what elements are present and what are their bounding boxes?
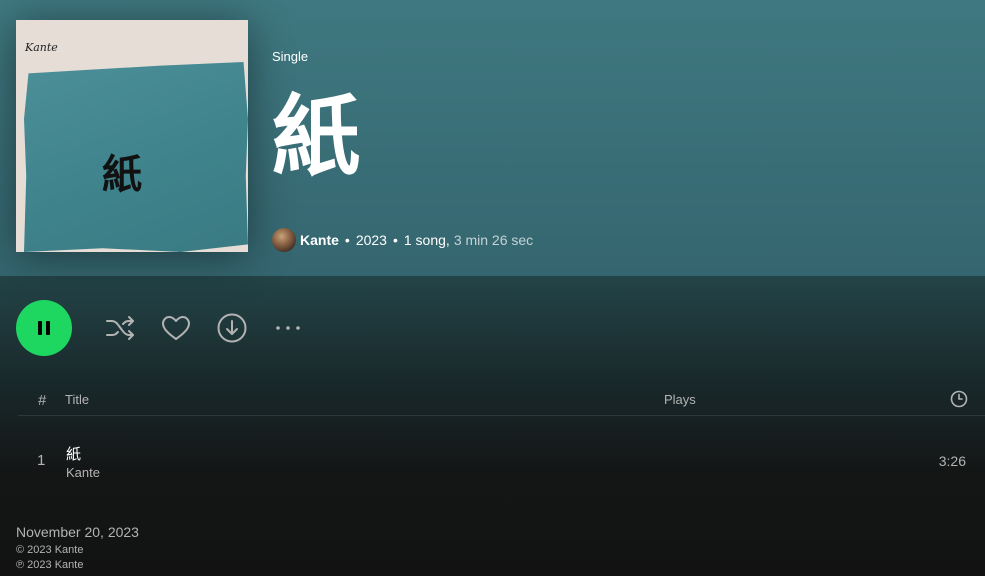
column-plays: Plays <box>664 392 696 407</box>
pause-icon <box>38 321 50 335</box>
release-year: 2023 <box>355 232 387 248</box>
copyright-text: © 2023 Kante <box>16 544 84 556</box>
shuffle-icon <box>106 316 134 340</box>
album-meta: Kante • 2023 • 1 song, 3 min 26 sec <box>272 228 533 252</box>
release-date: November 20, 2023 <box>16 524 139 540</box>
more-options-button[interactable] <box>272 312 304 344</box>
column-number: # <box>38 392 47 409</box>
track-title[interactable]: 紙 <box>66 443 81 464</box>
album-title: 紙 <box>272 85 361 188</box>
total-duration: 3 min 26 sec <box>453 232 534 248</box>
separator-dot: • <box>344 232 350 248</box>
download-button[interactable] <box>216 312 248 344</box>
heart-icon <box>162 316 190 340</box>
song-count: 1 song, <box>403 232 450 248</box>
tracklist-header: # Title Plays <box>18 384 985 416</box>
artist-avatar <box>272 228 296 252</box>
phonographic-copyright-text: ℗ 2023 Kante <box>16 559 84 571</box>
table-row[interactable]: 1 紙 Kante 3:26 <box>18 432 985 488</box>
artist-link[interactable]: Kante <box>300 232 339 248</box>
shuffle-button[interactable] <box>104 312 136 344</box>
track-number: 1 <box>37 452 46 469</box>
download-icon <box>217 313 247 343</box>
cover-title-text: 紙 <box>102 152 142 198</box>
separator-dot: • <box>392 232 398 248</box>
release-type-label: Single <box>272 49 309 64</box>
clock-icon <box>950 390 968 408</box>
pause-button[interactable] <box>16 300 72 356</box>
track-artist[interactable]: Kante <box>66 465 100 480</box>
track-duration: 3:26 <box>938 453 966 469</box>
column-title: Title <box>65 392 90 407</box>
more-icon <box>276 326 300 330</box>
album-cover[interactable]: Kante 紙 <box>16 20 248 252</box>
cover-artist-text: Kante <box>25 41 58 54</box>
like-button[interactable] <box>160 312 192 344</box>
content-area <box>0 276 985 576</box>
